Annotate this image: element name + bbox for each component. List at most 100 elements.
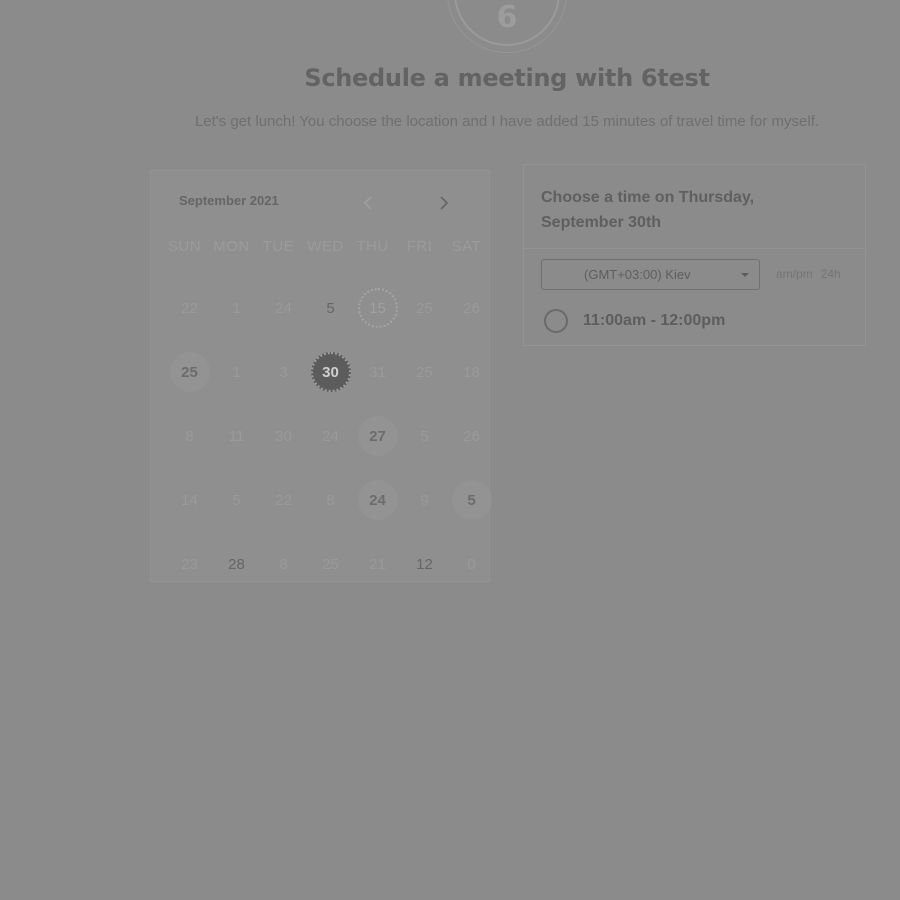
- weekday-label: THU: [356, 238, 389, 255]
- format-option-24h[interactable]: 24h: [821, 267, 841, 281]
- calendar: September 2021 SUN MON TUE WED THU FRI S…: [150, 170, 492, 582]
- calendar-day-number: 5: [326, 299, 335, 317]
- calendar-week-row: 25 1 3 30 31 25 18: [166, 340, 496, 404]
- calendar-day: 25: [401, 288, 448, 328]
- time-slot-label: 11:00am - 12:00pm: [583, 312, 726, 329]
- calendar-day: 9: [401, 480, 448, 520]
- scheduling-page: 6 Schedule a meeting with 6test Let's ge…: [0, 0, 900, 900]
- calendar-day-number: 11: [228, 427, 245, 445]
- calendar-day: 12: [401, 544, 448, 584]
- calendar-day: 26: [448, 288, 495, 328]
- timezone-value: (GMT+03:00) Kiev: [584, 267, 691, 282]
- calendar-day: 23: [166, 544, 213, 584]
- calendar-day: 3: [260, 352, 307, 392]
- calendar-day-number: 23: [181, 555, 198, 573]
- calendar-day: 14: [166, 480, 213, 520]
- time-selection-panel: Choose a time on Thursday, September 30t…: [523, 164, 866, 346]
- calendar-day-number: 21: [369, 555, 386, 573]
- calendar-day-number: 1: [232, 299, 241, 317]
- calendar-day-number: 5: [451, 480, 492, 520]
- calendar-day-number: 8: [279, 555, 288, 573]
- calendar-day: 22: [166, 288, 213, 328]
- chevron-left-icon: [363, 196, 372, 210]
- calendar-day-number: 0: [467, 555, 476, 573]
- calendar-day: 31: [354, 352, 401, 392]
- weekday-label: WED: [307, 238, 344, 255]
- calendar-day: 5: [401, 416, 448, 456]
- calendar-day-number: 5: [232, 491, 241, 509]
- time-slot-option[interactable]: 11:00am - 12:00pm: [544, 309, 725, 333]
- previous-month-button[interactable]: [361, 195, 375, 211]
- calendar-day-number: 14: [181, 491, 198, 509]
- calendar-day: 28: [213, 544, 260, 584]
- calendar-day[interactable]: 24: [354, 480, 401, 520]
- calendar-day: 18: [448, 352, 495, 392]
- calendar-day-number: 18: [463, 363, 480, 381]
- calendar-day-number: 8: [326, 491, 335, 509]
- calendar-day-number: 1: [232, 363, 241, 381]
- calendar-week-row: 23 28 8 25 21 12 0: [166, 532, 496, 596]
- calendar-day-grid: 22 1 24 5 15 25 26 25 1 3 30 31 25 18 8 11 30 24 27 5 26 14 5 2…: [166, 276, 496, 596]
- calendar-day[interactable]: 30: [307, 352, 354, 392]
- calendar-day: 11: [213, 416, 260, 456]
- calendar-day-number: 3: [279, 363, 288, 381]
- page-title: Schedule a meeting with 6test: [304, 64, 710, 92]
- chevron-right-icon: [440, 196, 449, 210]
- calendar-day: 5: [213, 480, 260, 520]
- calendar-day: 0: [448, 544, 495, 584]
- calendar-day-number: 9: [420, 491, 429, 509]
- meeting-description: Let's get lunch! You choose the location…: [194, 113, 820, 130]
- weekday-label: TUE: [262, 238, 295, 255]
- weekday-label: SAT: [451, 238, 482, 255]
- calendar-day-number: 24: [357, 480, 398, 520]
- calendar-day: 21: [354, 544, 401, 584]
- calendar-day-number: 22: [275, 491, 292, 509]
- calendar-day-number: 30: [275, 427, 292, 445]
- calendar-day-number: 25: [169, 352, 210, 392]
- radio-button[interactable]: [544, 309, 568, 333]
- calendar-day-number: 28: [228, 555, 245, 573]
- calendar-day-number: 12: [416, 555, 433, 573]
- calendar-day-number: 25: [416, 299, 433, 317]
- calendar-day-number: 8: [185, 427, 194, 445]
- calendar-day[interactable]: 15: [354, 288, 401, 328]
- time-format-toggle: am/pm 24h: [776, 267, 841, 281]
- calendar-day[interactable]: 25: [166, 352, 213, 392]
- time-panel-header: Choose a time on Thursday, September 30t…: [524, 165, 865, 249]
- calendar-day: 24: [307, 416, 354, 456]
- calendar-week-row: 8 11 30 24 27 5 26: [166, 404, 496, 468]
- weekday-label: FRI: [406, 238, 433, 255]
- weekday-header: SUN MON TUE WED THU FRI SAT: [161, 238, 491, 255]
- calendar-day: 22: [260, 480, 307, 520]
- calendar-month-label: September 2021: [179, 193, 279, 208]
- calendar-day: 25: [401, 352, 448, 392]
- next-month-button[interactable]: [437, 195, 451, 211]
- calendar-day[interactable]: 5: [448, 480, 495, 520]
- calendar-day[interactable]: 27: [354, 416, 401, 456]
- calendar-day: 30: [260, 416, 307, 456]
- calendar-day-number: 22: [181, 299, 198, 317]
- calendar-day: 8: [260, 544, 307, 584]
- weekday-label: SUN: [167, 238, 202, 255]
- calendar-day-number: 24: [322, 427, 339, 445]
- calendar-day: 1: [213, 288, 260, 328]
- calendar-day-number: 24: [275, 299, 292, 317]
- calendar-day: 8: [307, 480, 354, 520]
- calendar-day-number: 25: [416, 363, 433, 381]
- format-option-ampm[interactable]: am/pm: [776, 267, 813, 281]
- calendar-day: 26: [448, 416, 495, 456]
- avatar-letter: 6: [496, 0, 518, 35]
- calendar-day: 24: [260, 288, 307, 328]
- calendar-day-number: 31: [369, 363, 386, 381]
- calendar-day: 5: [307, 288, 354, 328]
- calendar-day-number: 15: [357, 288, 398, 328]
- calendar-day-number: 5: [420, 427, 429, 445]
- calendar-day-number: 26: [463, 299, 480, 317]
- calendar-day-number: 27: [357, 416, 398, 456]
- weekday-label: MON: [213, 238, 250, 255]
- calendar-day: 25: [307, 544, 354, 584]
- calendar-day-number: 30: [310, 352, 351, 392]
- calendar-day-number: 25: [322, 555, 339, 573]
- calendar-day-number: 26: [463, 427, 480, 445]
- timezone-select[interactable]: (GMT+03:00) Kiev: [541, 259, 760, 290]
